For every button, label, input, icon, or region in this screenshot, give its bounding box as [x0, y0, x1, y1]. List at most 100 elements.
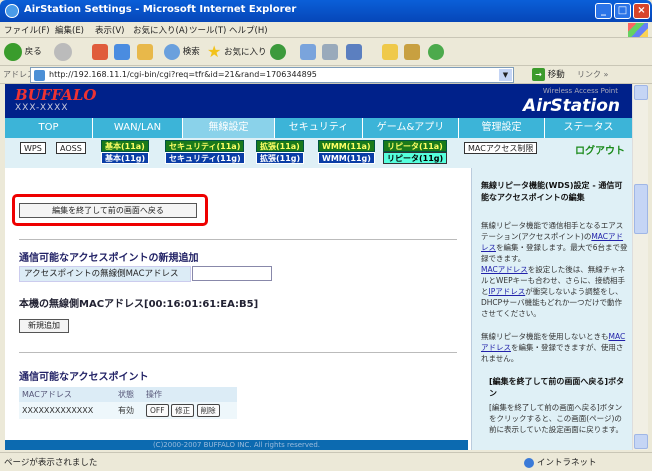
subtab-security-11g[interactable]: セキュリティ(11g): [165, 152, 245, 164]
product-tagline: Wireless Access Point: [542, 87, 618, 95]
subtab-wmm-11a[interactable]: WMM(11a): [318, 140, 375, 152]
refresh-icon: [114, 43, 130, 60]
window-title: AirStation Settings - Microsoft Internet…: [24, 4, 297, 15]
search-button[interactable]: 検索: [164, 42, 200, 62]
history-icon: [270, 43, 286, 60]
forward-arrow-icon: [54, 42, 72, 61]
logout-link[interactable]: ログアウト: [575, 142, 625, 157]
tab-status[interactable]: ステータス: [545, 118, 632, 138]
print-button[interactable]: [322, 42, 338, 62]
scroll-up-icon[interactable]: [634, 85, 648, 100]
zone-indicator: イントラネット: [524, 456, 597, 468]
address-input[interactable]: http://192.168.11.1/cgi-bin/cgi?req=tfr&…: [30, 67, 514, 83]
minimize-icon[interactable]: _: [595, 3, 612, 19]
maximize-icon[interactable]: □: [614, 3, 631, 19]
tab-security[interactable]: セキュリティ: [275, 118, 363, 138]
mac-help-link[interactable]: MACアドレス: [481, 265, 528, 274]
folder-icon: [382, 43, 398, 60]
own-mac-address: 本機の無線側MACアドレス[00:16:01:61:EA:B5]: [19, 299, 259, 310]
go-button[interactable]: → 移動: [532, 68, 565, 81]
help-sub-para: [編集を終了して前の画面へ戻る]ボタンをクリックすると、この画面(ページ)の前に…: [489, 403, 624, 434]
subtab-repeater-11g[interactable]: リピータ(11g): [383, 152, 448, 164]
menu-help[interactable]: ヘルプ(H): [229, 24, 268, 36]
messenger-icon: [428, 43, 444, 60]
history-button[interactable]: [270, 42, 286, 62]
links-button[interactable]: リンク »: [577, 69, 608, 80]
close-icon[interactable]: ×: [633, 3, 650, 19]
finish-edit-button[interactable]: 編集を終了して前の画面へ戻る: [19, 203, 197, 218]
ap-list-title: 通信可能なアクセスポイント: [19, 372, 149, 383]
subtab-security-11a[interactable]: セキュリティ(11a): [165, 140, 245, 152]
home-button[interactable]: [137, 42, 153, 62]
folder-button[interactable]: [382, 42, 398, 62]
vertical-scrollbar[interactable]: [632, 84, 648, 450]
help-para-3: 無線リピータ機能を使用しないときもMACアドレスを編集・登録できますが、使用され…: [481, 332, 626, 363]
mac-address-input[interactable]: [192, 266, 272, 281]
forward-button[interactable]: [54, 42, 72, 62]
subtab-basic-11a[interactable]: 基本(11a): [101, 140, 149, 152]
subtab-wmm-11g[interactable]: WMM(11g): [318, 152, 375, 164]
subtab-aoss[interactable]: AOSS: [56, 142, 86, 154]
help-pane: 無線リピータ機能(WDS)設定 - 通信可能なアクセスポイントの編集 無線リピー…: [471, 168, 632, 450]
star-icon: ★: [207, 42, 222, 61]
toolbar: 戻る 検索 ★ お気に入り: [0, 38, 652, 66]
tab-top[interactable]: TOP: [5, 118, 93, 138]
new-ap-title: 通信可能なアクセスポイントの新規追加: [19, 253, 199, 264]
back-button[interactable]: 戻る: [4, 42, 42, 62]
menu-favorites[interactable]: お気に入り(A): [133, 24, 188, 36]
status-text: ページが表示されました: [4, 458, 98, 468]
mail-icon: [300, 43, 316, 60]
status-bar: ページが表示されました イントラネット: [0, 452, 652, 471]
edit-icon: [346, 43, 362, 60]
research-button[interactable]: [404, 42, 420, 62]
messenger-button[interactable]: [428, 42, 444, 62]
subtab-wps[interactable]: WPS: [20, 142, 46, 154]
menu-view[interactable]: 表示(V): [95, 24, 124, 36]
buffalo-logo: BUFFALO: [15, 86, 97, 104]
subtab-basic-11g[interactable]: 基本(11g): [101, 152, 150, 164]
scroll-down-icon[interactable]: [634, 434, 648, 449]
home-icon: [137, 43, 153, 60]
tab-game-apps[interactable]: ゲーム&アプリ: [363, 118, 459, 138]
add-new-button[interactable]: 新規追加: [19, 319, 69, 333]
menu-tools[interactable]: ツール(T): [189, 24, 226, 36]
subtab-extended-11g[interactable]: 拡張(11g): [256, 152, 305, 164]
dropdown-icon[interactable]: ▼: [499, 69, 512, 81]
window-title-bar[interactable]: AirStation Settings - Microsoft Internet…: [0, 0, 652, 22]
model-name: XXX-XXXX: [15, 103, 69, 113]
cell-mac: XXXXXXXXXXXXX: [19, 402, 115, 419]
delete-button[interactable]: 削除: [196, 404, 220, 417]
subtab-repeater-11a[interactable]: リピータ(11a): [383, 140, 447, 152]
subtab-extended-11a[interactable]: 拡張(11a): [256, 140, 304, 152]
sub-nav: WPS AOSS 基本(11a) 基本(11g) セキュリティ(11a) セキュ…: [5, 138, 632, 168]
favorites-button[interactable]: ★ お気に入り: [207, 42, 267, 62]
tab-wireless[interactable]: 無線設定: [183, 118, 275, 138]
main-nav: TOP WAN/LAN 無線設定 セキュリティ ゲーム&アプリ 管理設定 ステー…: [5, 118, 632, 138]
go-arrow-icon: →: [532, 68, 545, 81]
menu-file[interactable]: ファイル(F): [4, 24, 50, 36]
menu-edit[interactable]: 編集(E): [55, 24, 84, 36]
mail-button[interactable]: [300, 42, 316, 62]
table-row: XXXXXXXXXXXXX 有効 OFF 修正 削除: [19, 402, 237, 419]
stop-button[interactable]: [92, 42, 108, 62]
col-actions: 操作: [143, 387, 237, 402]
cell-status: 有効: [115, 402, 143, 419]
edit-button[interactable]: 修正: [171, 404, 195, 417]
airstation-logo: AirStation: [523, 96, 620, 116]
refresh-button[interactable]: [114, 42, 130, 62]
edit-page-button[interactable]: [346, 42, 362, 62]
col-mac: MACアドレス: [19, 387, 115, 402]
tab-wan-lan[interactable]: WAN/LAN: [93, 118, 183, 138]
ip-help-link[interactable]: IPアドレス: [489, 287, 526, 296]
ap-table: MACアドレス 状態 操作 XXXXXXXXXXXXX 有効 OFF 修正 削除: [19, 387, 237, 419]
print-icon: [322, 43, 338, 60]
page-footer: (C)2000-2007 BUFFALO INC. All rights res…: [5, 440, 468, 450]
menu-bar: ファイル(F) 編集(E) 表示(V) お気に入り(A) ツール(T) ヘルプ(…: [0, 22, 652, 38]
divider: [19, 239, 457, 240]
page-header: BUFFALO XXX-XXXX Wireless Access Point A…: [5, 84, 632, 118]
subtab-mac-access[interactable]: MACアクセス制限: [464, 142, 538, 154]
scroll-thumb[interactable]: [634, 184, 648, 234]
divider: [19, 352, 457, 353]
off-button[interactable]: OFF: [146, 404, 169, 417]
tab-admin[interactable]: 管理設定: [459, 118, 545, 138]
